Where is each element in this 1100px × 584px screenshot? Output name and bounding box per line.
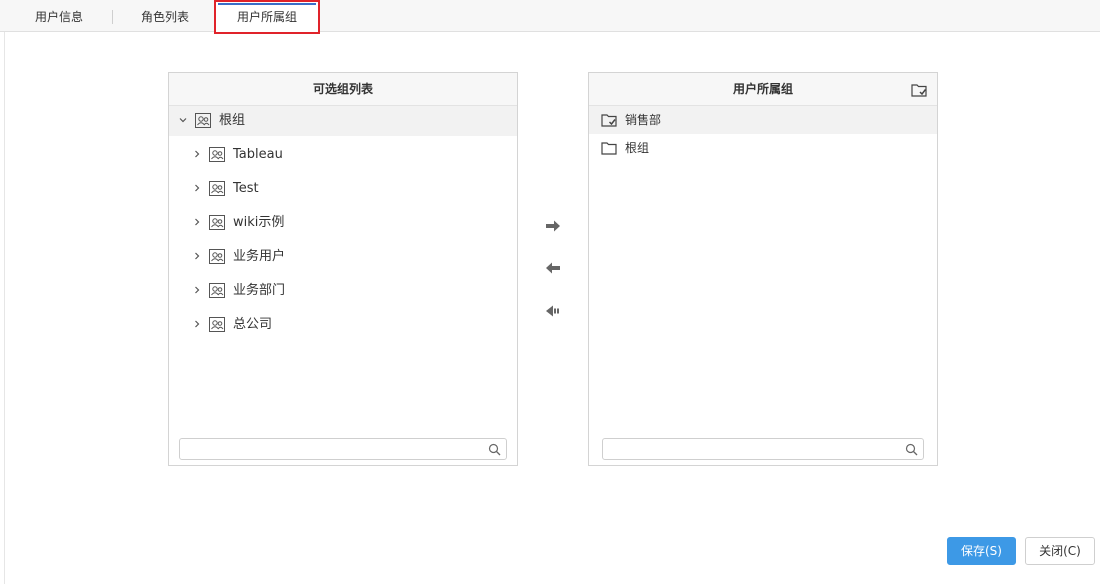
chevron-right-icon[interactable] xyxy=(192,217,202,227)
user-group-icon xyxy=(209,147,225,162)
list-item-label: 销售部 xyxy=(625,113,662,127)
folder-icon xyxy=(601,142,617,155)
chevron-right-icon[interactable] xyxy=(192,319,202,329)
tree-node-label: wiki示例 xyxy=(233,215,285,230)
chevron-right-icon[interactable] xyxy=(192,251,202,261)
user-group-icon xyxy=(209,317,225,332)
save-button[interactable]: 保存(S) xyxy=(947,537,1016,565)
tree-node-label: 业务用户 xyxy=(233,249,286,264)
chevron-down-icon[interactable] xyxy=(178,115,188,125)
arrow-right-icon[interactable] xyxy=(544,219,562,233)
tree-node-label: Tableau xyxy=(233,147,283,162)
user-group-icon xyxy=(209,249,225,264)
tree-node-head-office[interactable]: 总公司 xyxy=(169,310,517,340)
available-groups-search[interactable] xyxy=(179,438,507,460)
list-item-sales[interactable]: 销售部 xyxy=(589,106,937,134)
list-item-root[interactable]: 根组 xyxy=(589,134,937,162)
available-groups-title: 可选组列表 xyxy=(169,73,517,106)
user-groups-search[interactable] xyxy=(602,438,924,460)
search-icon[interactable] xyxy=(905,443,918,456)
chevron-right-icon[interactable] xyxy=(192,285,202,295)
tree-node-label: Test xyxy=(233,181,259,196)
tree-node-label: 根组 xyxy=(219,113,246,128)
available-groups-panel: 可选组列表 根组 Tableau Test wiki示例 业务用户 业务部门 总… xyxy=(168,72,518,466)
tab-user-groups[interactable]: 用户所属组 xyxy=(214,0,320,34)
search-input[interactable] xyxy=(603,439,903,459)
tab-bar: 用户信息 角色列表 用户所属组 xyxy=(0,0,1100,34)
user-group-icon xyxy=(209,181,225,196)
double-arrow-left-icon[interactable] xyxy=(544,304,562,318)
close-button[interactable]: 关闭(C) xyxy=(1025,537,1095,565)
tree-node-business-users[interactable]: 业务用户 xyxy=(169,242,517,272)
tab-divider xyxy=(112,10,113,24)
tree-node-root[interactable]: 根组 xyxy=(169,106,517,136)
user-groups-panel: 用户所属组 销售部 根组 xyxy=(588,72,938,466)
user-group-icon xyxy=(209,283,225,298)
tree-node-label: 业务部门 xyxy=(233,283,286,298)
folder-check-icon[interactable] xyxy=(911,83,927,97)
search-icon[interactable] xyxy=(488,443,501,456)
chevron-right-icon[interactable] xyxy=(192,183,202,193)
user-group-icon xyxy=(209,215,225,230)
user-groups-title: 用户所属组 xyxy=(589,73,937,106)
list-item-label: 根组 xyxy=(625,141,650,155)
panel-title-text: 用户所属组 xyxy=(732,82,793,96)
tab-role-list[interactable]: 角色列表 xyxy=(120,0,210,32)
search-input[interactable] xyxy=(180,439,480,459)
tree-node-label: 总公司 xyxy=(233,317,273,332)
tree-node-tableau[interactable]: Tableau xyxy=(169,140,517,170)
tab-user-info[interactable]: 用户信息 xyxy=(14,0,104,32)
tree-node-business-dept[interactable]: 业务部门 xyxy=(169,276,517,306)
tree-node-test[interactable]: Test xyxy=(169,174,517,204)
user-group-icon xyxy=(195,113,211,128)
folder-check-icon xyxy=(601,114,617,127)
chevron-right-icon[interactable] xyxy=(192,149,202,159)
arrow-left-icon[interactable] xyxy=(544,261,562,275)
tree-node-wiki[interactable]: wiki示例 xyxy=(169,208,517,238)
